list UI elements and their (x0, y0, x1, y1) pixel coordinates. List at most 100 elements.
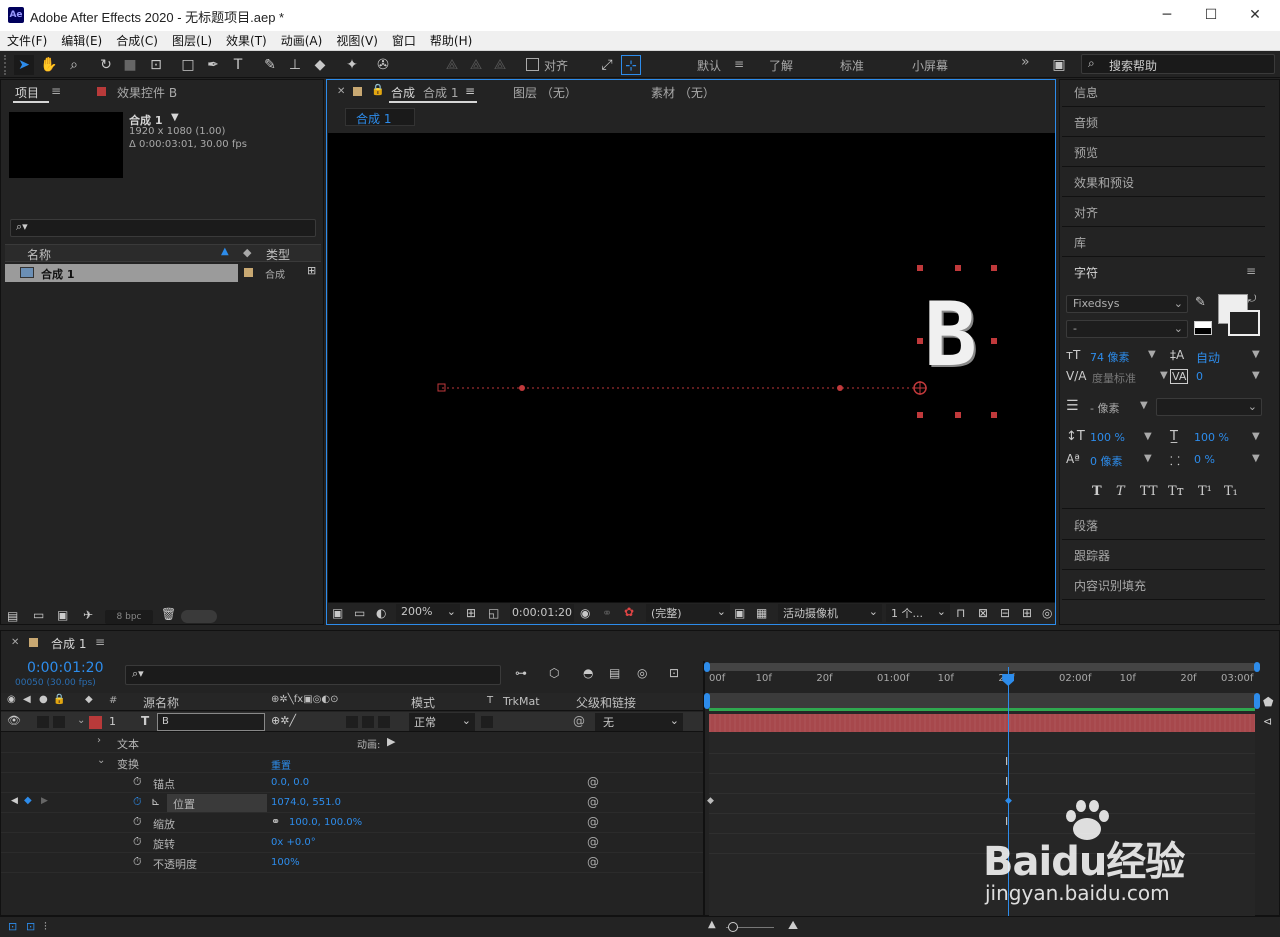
chevron-down-icon[interactable]: ▼ (1148, 349, 1156, 360)
pen-tool-icon[interactable]: ✒ (203, 55, 223, 75)
panel-effects-presets[interactable]: 效果和预设 (1074, 174, 1134, 191)
lock-icon[interactable]: 🔒 (53, 694, 65, 705)
work-area-end-handle[interactable] (1254, 693, 1260, 709)
local-axis-icon[interactable]: ⟁ (442, 55, 462, 75)
panel-content-aware-fill[interactable]: 内容识别填充 (1074, 577, 1146, 594)
chevron-down-icon[interactable]: ▼ (1252, 431, 1260, 442)
workspace-menu-icon[interactable]: ≡ (734, 57, 744, 71)
comp-dropdown-icon[interactable]: ▼ (171, 112, 179, 123)
new-composition-icon[interactable]: ▣ (57, 608, 68, 622)
menu-view[interactable]: 视图(V) (329, 31, 385, 51)
lock-toggle[interactable] (53, 716, 65, 728)
panel-tracker[interactable]: 跟踪器 (1074, 547, 1110, 564)
always-preview-icon[interactable]: ▣ (332, 606, 343, 620)
grip-handle[interactable] (4, 55, 7, 75)
expand-chevron-icon[interactable]: ⌄ (77, 715, 85, 726)
zoom-slider-thumb[interactable] (728, 922, 738, 932)
constrain-proportions-icon[interactable]: ⚭ (271, 815, 280, 828)
scale-value[interactable]: 100.0, 100.0% (289, 817, 362, 828)
next-keyframe-icon[interactable]: ▶ (41, 796, 48, 806)
layer-viewer-tab[interactable]: 图层 （无） (513, 84, 577, 101)
column-mode[interactable]: 模式 (411, 694, 435, 711)
stopwatch-icon[interactable]: ⏱ (133, 815, 142, 829)
subscript-button[interactable]: T₁ (1224, 484, 1238, 499)
bezier-handle-left[interactable] (519, 385, 525, 391)
viewer-tab-menu-icon[interactable]: ≡ (465, 84, 475, 98)
stopwatch-active-icon[interactable]: ⏱ (133, 795, 142, 809)
column-parent[interactable]: 父级和链接 (576, 694, 636, 711)
faux-italic-button[interactable]: T (1116, 484, 1125, 499)
comp-breadcrumb[interactable]: 合成 1 (345, 108, 415, 126)
bbox-handle-tr[interactable] (991, 265, 997, 271)
project-tab[interactable]: 项目 (15, 84, 39, 101)
chevron-down-icon[interactable]: ▼ (1144, 453, 1152, 464)
eye-visibility-icon[interactable]: 👁 (7, 714, 21, 727)
stroke-color-swatch[interactable] (1228, 310, 1260, 336)
stopwatch-icon[interactable]: ⏱ (133, 835, 142, 849)
maximize-button[interactable]: ☐ (1188, 4, 1234, 26)
menu-layer[interactable]: 图层(L) (165, 31, 219, 51)
graph-icon[interactable]: ⊾ (151, 795, 160, 808)
text-group-row[interactable]: › 文本 动画: ▶ (1, 733, 703, 753)
frame-blending-icon[interactable]: ▤ (609, 666, 620, 680)
expression-pick-whip-icon[interactable]: @ (587, 815, 599, 829)
work-area-start-handle[interactable] (704, 693, 710, 709)
views-dropdown[interactable]: 1 个... ⌄ (886, 604, 950, 622)
comp-mini-flowchart-icon[interactable]: ⊶ (515, 666, 527, 680)
anchor-point-value[interactable]: 0.0, 0.0 (271, 777, 309, 788)
label-tag-icon[interactable]: ◆ (243, 246, 251, 259)
flowchart-icon[interactable]: ⊞ (1022, 606, 1032, 620)
label-tag-icon[interactable]: ◆ (85, 694, 93, 705)
expression-pick-whip-icon[interactable]: @ (587, 835, 599, 849)
switch-box[interactable] (378, 716, 390, 728)
world-axis-icon[interactable]: ⟁ (466, 55, 486, 75)
menu-effect[interactable]: 效果(T) (219, 31, 274, 51)
shy-layers-icon[interactable]: ◓ (583, 666, 593, 680)
switch-box[interactable] (362, 716, 374, 728)
toggle-switches-icon[interactable]: ⊡ (8, 920, 17, 933)
column-type[interactable]: 类型 (266, 246, 290, 263)
scale-row[interactable]: ⏱ 缩放 ⚭ 100.0, 100.0% @ (1, 813, 703, 833)
comp-marker-bin-icon[interactable]: ⬟ (1263, 695, 1273, 709)
panel-audio[interactable]: 音频 (1074, 114, 1098, 131)
collapse-chevron-icon[interactable]: ⌄ (97, 755, 105, 766)
parent-dropdown[interactable]: 无 ⌄ (595, 713, 683, 731)
switches-column-icons[interactable]: ⊕✲╲fx▣◎◐⊙ (271, 694, 339, 705)
chevron-down-icon[interactable]: ▼ (1144, 431, 1152, 442)
expression-pick-whip-icon[interactable]: @ (587, 795, 599, 809)
footage-viewer-tab[interactable]: 素材 （无） (651, 84, 715, 101)
close-button[interactable]: ✕ (1232, 4, 1278, 26)
panel-libraries[interactable]: 库 (1074, 234, 1086, 251)
work-area-bar[interactable] (709, 693, 1255, 709)
font-style-dropdown[interactable]: - ⌄ (1066, 320, 1188, 338)
animate-menu-icon[interactable]: ▶ (387, 735, 395, 748)
align-checkbox[interactable] (526, 58, 539, 71)
layer-switches[interactable]: ⊕✲╱ (271, 714, 296, 727)
lock-icon[interactable]: 🔒 (371, 83, 385, 96)
vertical-scale-value[interactable]: 100 % (1090, 431, 1125, 444)
anchor-point-row[interactable]: ⏱ 锚点 0.0, 0.0 @ (1, 773, 703, 793)
time-ruler[interactable]: 00f 10f 20f 01:00f 10f 20f 02:00f 10f 20… (709, 673, 1255, 691)
pick-whip-icon[interactable]: @ (573, 714, 585, 728)
layer-name-field[interactable]: B (157, 713, 265, 731)
column-source-name[interactable]: 源名称 (143, 694, 179, 711)
bbox-handle-bc[interactable] (955, 412, 961, 418)
color-channels-icon[interactable]: ✿ (624, 605, 634, 619)
chevron-down-icon[interactable]: ▼ (1252, 370, 1260, 381)
time-navigator-bar[interactable] (709, 663, 1255, 671)
toggle-pixel-aspect-icon[interactable]: ⊓ (956, 606, 965, 620)
pan-behind-tool-icon[interactable]: ⊡ (146, 55, 166, 75)
rotation-value[interactable]: 0x +0.0° (271, 837, 316, 848)
index-column-icon[interactable]: # (109, 695, 117, 706)
timeline-tab[interactable]: 合成 1 (51, 635, 86, 652)
zoom-in-icon[interactable]: ⛰ (788, 918, 798, 933)
rotation-row[interactable]: ⏱ 旋转 0x +0.0° @ (1, 833, 703, 853)
eyedropper-icon[interactable]: ✎ (1195, 295, 1206, 310)
type-tool-icon[interactable]: T (228, 55, 248, 75)
current-timecode[interactable]: 0:00:01:20 (27, 660, 104, 676)
panel-info[interactable]: 信息 (1074, 84, 1098, 101)
label-color-swatch[interactable] (244, 268, 253, 277)
motion-blur-icon[interactable]: ◎ (637, 666, 647, 680)
bbox-handle-ml[interactable] (917, 338, 923, 344)
bbox-handle-mr[interactable] (991, 338, 997, 344)
